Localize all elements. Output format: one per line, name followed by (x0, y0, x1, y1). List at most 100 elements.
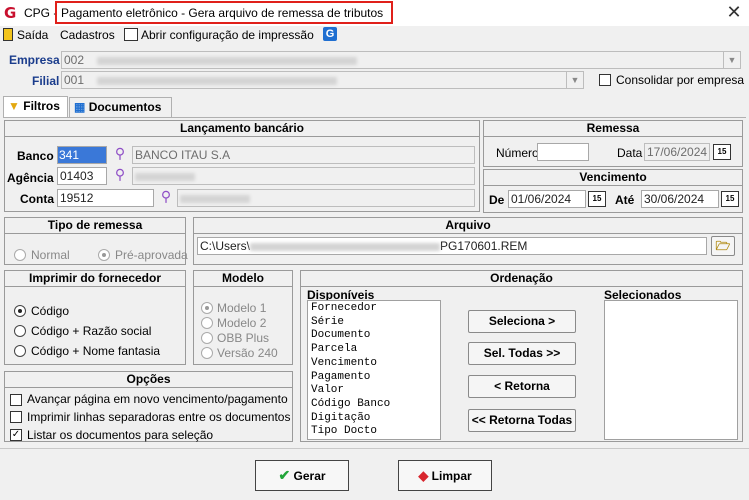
retorna-button[interactable]: < Retorna (468, 375, 576, 398)
calendar-icon[interactable]: 15 (713, 144, 731, 160)
remessa-title: Remessa (483, 120, 743, 137)
selecionados-list[interactable] (604, 300, 738, 440)
radio-obb-plus-label: OBB Plus (217, 331, 270, 345)
check-icon: ✔ (278, 467, 291, 483)
filial-label: Filial (32, 74, 60, 88)
footer-separator (0, 448, 749, 449)
ordenacao-title: Ordenação (300, 270, 743, 287)
empresa-code: 002 (64, 53, 85, 67)
arquivo-path-input[interactable]: C:\Users\ PG170601.REM (197, 237, 707, 255)
ate-label: Até (615, 193, 635, 207)
listar-documentos-label: Listar os documentos para seleção (27, 428, 214, 442)
imprimir-title: Imprimir do fornecedor (4, 270, 186, 287)
imprimir-linhas-label: Imprimir linhas separadoras entre os doc… (27, 410, 291, 424)
radio-pre-aprovada-label: Pré-aprovada (115, 248, 188, 262)
list-item[interactable]: Tipo Docto (311, 425, 437, 439)
retorna-todas-button[interactable]: << Retorna Todas (468, 409, 576, 432)
disponiveis-list[interactable]: Fornecedor Série Documento Parcela Venci… (307, 300, 441, 440)
calendar-icon[interactable]: 15 (721, 191, 739, 207)
tab-filtros[interactable]: ▼ Filtros (3, 96, 68, 117)
menu-cadastros[interactable]: Cadastros (60, 27, 115, 43)
exit-icon[interactable] (3, 28, 13, 41)
vencimento-ate-input[interactable]: 30/06/2024 (641, 190, 719, 208)
title-app-name: CPG - (24, 6, 58, 20)
list-item[interactable]: Código Banco (311, 398, 437, 412)
radio-versao-240[interactable] (201, 347, 213, 359)
conta-name-field (177, 189, 475, 207)
list-item[interactable]: Documento (311, 329, 437, 343)
banco-label: Banco (17, 149, 54, 163)
arquivo-title: Arquivo (193, 217, 743, 234)
opcoes-title: Opções (4, 371, 293, 388)
conta-code-input[interactable]: 19512 (57, 189, 154, 207)
empresa-label: Empresa (9, 53, 60, 67)
radio-obb-plus[interactable] (201, 332, 213, 344)
numero-input[interactable] (537, 143, 589, 161)
numero-label: Número (496, 146, 539, 160)
banco-code-input[interactable]: 341 (57, 146, 107, 164)
conta-label: Conta (20, 192, 54, 206)
gerar-button[interactable]: ✔ Gerar (255, 460, 349, 491)
calendar-icon[interactable]: 15 (588, 191, 606, 207)
empresa-name-blurred (97, 56, 358, 65)
avancar-pagina-checkbox[interactable] (10, 394, 22, 406)
vencimento-de-input[interactable]: 01/06/2024 (508, 190, 586, 208)
seleciona-button[interactable]: Seleciona > (468, 310, 576, 333)
printer-icon[interactable] (124, 28, 138, 41)
modelo-title: Modelo (193, 270, 293, 287)
consolidar-checkbox[interactable] (599, 74, 611, 86)
chevron-down-icon[interactable]: ▼ (723, 52, 740, 68)
imprimir-linhas-checkbox[interactable] (10, 411, 22, 423)
data-field: 17/06/2024 (644, 143, 710, 161)
radio-modelo-1-label: Modelo 1 (217, 301, 267, 315)
chevron-down-icon[interactable]: ▼ (566, 72, 583, 88)
de-label: De (489, 193, 505, 207)
avancar-pagina-label: Avançar página em novo vencimento/pagame… (27, 392, 288, 406)
filial-select[interactable]: 001 ▼ (61, 71, 584, 89)
lancamento-title: Lançamento bancário (4, 120, 480, 137)
radio-normal[interactable] (14, 249, 26, 261)
radio-modelo-2[interactable] (201, 317, 213, 329)
window-title: Pagamento eletrônico - Gera arquivo de r… (61, 6, 384, 20)
list-item[interactable]: Digitação (311, 412, 437, 426)
limpar-button[interactable]: ◆ Limpar (398, 460, 492, 491)
close-icon[interactable]: ✕ (721, 2, 747, 24)
menu-exit[interactable]: Saída (17, 27, 48, 43)
list-item[interactable]: Vencimento (311, 357, 437, 371)
app-logo-icon: G (4, 4, 17, 22)
radio-versao-240-label: Versão 240 (217, 346, 278, 360)
help-g-icon[interactable]: G (323, 27, 337, 41)
funnel-icon: ▼ (8, 99, 20, 113)
table-icon: ▦ (74, 100, 86, 114)
radio-pre-aprovada[interactable] (98, 249, 110, 261)
radio-codigo-razao[interactable] (14, 325, 26, 337)
search-icon[interactable]: ⚲ (112, 146, 128, 162)
agencia-code-input[interactable]: 01403 (57, 167, 107, 185)
radio-codigo-fantasia[interactable] (14, 345, 26, 357)
radio-codigo-fantasia-label: Código + Nome fantasia (31, 344, 161, 358)
menu-print-config[interactable]: Abrir configuração de impressão (141, 27, 314, 43)
radio-codigo[interactable] (14, 305, 26, 317)
radio-codigo-razao-label: Código + Razão social (31, 324, 152, 338)
list-item[interactable]: Pagamento (311, 371, 437, 385)
list-item[interactable]: Série (311, 316, 437, 330)
tab-separator (3, 117, 746, 118)
radio-modelo-1[interactable] (201, 302, 213, 314)
list-item[interactable]: Parcela (311, 343, 437, 357)
search-icon[interactable]: ⚲ (158, 189, 174, 205)
empresa-select[interactable]: 002 ▼ (61, 51, 741, 69)
list-item[interactable]: Fornecedor (311, 302, 437, 316)
filial-code: 001 (64, 73, 85, 87)
tab-documentos[interactable]: ▦ Documentos (69, 97, 172, 118)
folder-open-icon[interactable]: 🗁 (711, 236, 735, 256)
radio-codigo-label: Código (31, 304, 70, 318)
search-icon[interactable]: ⚲ (112, 167, 128, 183)
eraser-icon: ◆ (418, 468, 429, 483)
sel-todas-button[interactable]: Sel. Todas >> (468, 342, 576, 365)
agencia-label: Agência (7, 171, 54, 185)
tipo-remessa-title: Tipo de remessa (4, 217, 186, 234)
vencimento-title: Vencimento (483, 169, 743, 186)
list-item[interactable]: Valor (311, 384, 437, 398)
listar-documentos-checkbox[interactable]: ✓ (10, 429, 22, 441)
data-label: Data (617, 146, 643, 160)
